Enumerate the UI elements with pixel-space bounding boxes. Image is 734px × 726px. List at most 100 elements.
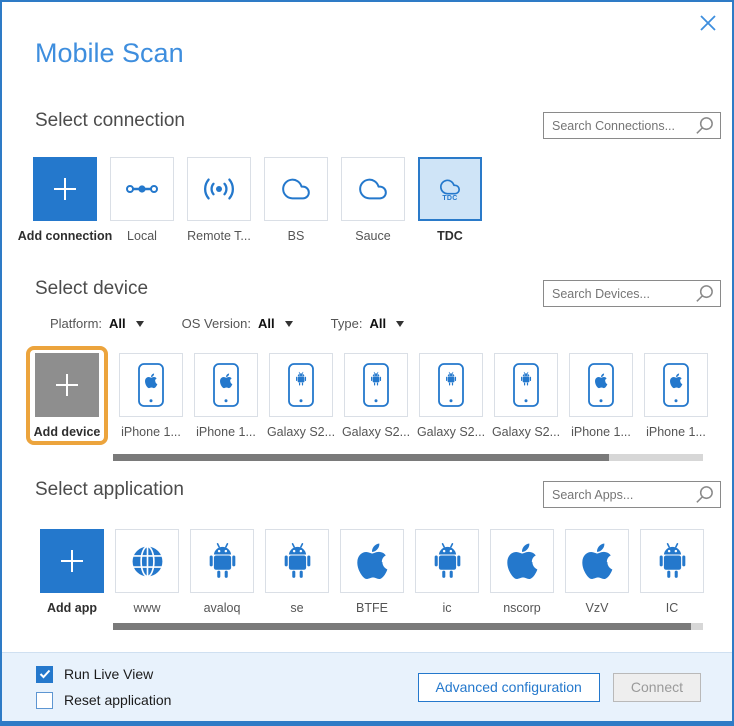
app-tile-cell: IC bbox=[640, 529, 704, 615]
connection-tile[interactable] bbox=[187, 157, 251, 221]
platform-filter[interactable]: Platform: All bbox=[50, 316, 144, 331]
checkbox-icon[interactable] bbox=[36, 692, 53, 709]
add-device-tile[interactable] bbox=[35, 353, 99, 417]
device-tile-cell: iPhone 1... bbox=[194, 353, 258, 439]
device-scrollbar[interactable] bbox=[113, 454, 703, 461]
device-tile-cell: Galaxy S2... bbox=[419, 353, 483, 439]
add-device-tile-cell: Add device bbox=[35, 353, 99, 439]
type-filter-label: Type: bbox=[331, 316, 363, 331]
app-tile-label: BTFE bbox=[356, 601, 388, 615]
app-tile[interactable] bbox=[340, 529, 404, 593]
app-tiles: Add appwwwavaloqseBTFEicnscorpVzVIC bbox=[40, 529, 704, 615]
device-tile[interactable] bbox=[119, 353, 183, 417]
devices-search-input[interactable] bbox=[544, 287, 694, 301]
connect-button[interactable]: Connect bbox=[613, 673, 701, 702]
devices-search[interactable] bbox=[543, 280, 721, 307]
device-tile[interactable] bbox=[269, 353, 333, 417]
apps-search-input[interactable] bbox=[544, 488, 694, 502]
connection-section-heading: Select connection bbox=[35, 110, 185, 132]
highlight-annotation: Add device bbox=[26, 346, 108, 445]
app-tile[interactable] bbox=[190, 529, 254, 593]
mobile-scan-dialog: Mobile Scan Select connection Add connec… bbox=[0, 0, 734, 726]
search-icon bbox=[694, 484, 720, 505]
app-tile[interactable] bbox=[415, 529, 479, 593]
app-scrollbar[interactable] bbox=[113, 623, 703, 630]
add-connection-tile[interactable] bbox=[33, 157, 97, 221]
chevron-down-icon bbox=[136, 321, 144, 327]
connection-tile-cell: Sauce bbox=[341, 157, 405, 243]
app-tile-label: avaloq bbox=[204, 601, 241, 615]
run-live-view-checkbox[interactable]: Run Live View bbox=[36, 666, 171, 683]
android-icon bbox=[430, 542, 465, 580]
plus-icon bbox=[50, 368, 84, 402]
type-filter[interactable]: Type: All bbox=[331, 316, 404, 331]
device-tile[interactable] bbox=[569, 353, 633, 417]
checkbox-icon[interactable] bbox=[36, 666, 53, 683]
device-tile-cell: Galaxy S2... bbox=[269, 353, 333, 439]
connections-search-input[interactable] bbox=[544, 119, 694, 133]
search-icon bbox=[694, 115, 720, 136]
add-connection-tile-cell: Add connection bbox=[33, 157, 97, 243]
connections-search[interactable] bbox=[543, 112, 721, 139]
connection-tile-label: Remote T... bbox=[187, 229, 251, 243]
device-tile[interactable] bbox=[494, 353, 558, 417]
connection-tile-label: TDC bbox=[437, 229, 463, 243]
app-tile-label: VzV bbox=[586, 601, 609, 615]
connection-tile-label: Local bbox=[127, 229, 157, 243]
advanced-configuration-button[interactable]: Advanced configuration bbox=[418, 673, 600, 702]
device-tile[interactable] bbox=[194, 353, 258, 417]
app-tile-cell: ic bbox=[415, 529, 479, 615]
connection-tile[interactable] bbox=[341, 157, 405, 221]
app-tile-label: www bbox=[133, 601, 160, 615]
connection-tile-cell: TDC TDC bbox=[418, 157, 482, 243]
os-version-filter-value: All bbox=[258, 316, 275, 331]
plus-icon bbox=[55, 544, 89, 578]
os-version-filter[interactable]: OS Version: All bbox=[182, 316, 293, 331]
phone-apple-icon bbox=[661, 362, 691, 408]
device-tile[interactable] bbox=[344, 353, 408, 417]
app-tile[interactable] bbox=[565, 529, 629, 593]
phone-android-icon bbox=[286, 362, 316, 408]
device-tile-label: Add device bbox=[34, 425, 101, 439]
search-icon bbox=[694, 283, 720, 304]
connection-tile-label: BS bbox=[288, 229, 305, 243]
connection-tile[interactable] bbox=[110, 157, 174, 221]
run-live-view-label: Run Live View bbox=[64, 666, 153, 682]
app-tile[interactable] bbox=[490, 529, 554, 593]
reset-application-label: Reset application bbox=[64, 692, 171, 708]
connection-tile-cell: Remote T... bbox=[187, 157, 251, 243]
connection-tile-cell: Local bbox=[110, 157, 174, 243]
app-tile[interactable] bbox=[265, 529, 329, 593]
app-tile-label: IC bbox=[666, 601, 679, 615]
app-tile-cell: se bbox=[265, 529, 329, 615]
apple-icon bbox=[580, 541, 614, 582]
app-tile-cell: VzV bbox=[565, 529, 629, 615]
tile-icon-text: TDC bbox=[442, 195, 457, 202]
device-scrollbar-thumb[interactable] bbox=[113, 454, 609, 461]
device-tile-cell: iPhone 1... bbox=[644, 353, 708, 439]
device-tile[interactable] bbox=[644, 353, 708, 417]
reset-application-checkbox[interactable]: Reset application bbox=[36, 692, 171, 709]
footer-bar: Run Live View Reset application Advanced… bbox=[2, 652, 732, 724]
app-tile-cell: www bbox=[115, 529, 179, 615]
device-tile-label: iPhone 1... bbox=[196, 425, 256, 439]
plus-icon bbox=[48, 172, 82, 206]
phone-android-icon bbox=[436, 362, 466, 408]
device-tile-label: Galaxy S2... bbox=[267, 425, 335, 439]
close-icon[interactable] bbox=[697, 13, 719, 35]
connection-tiles: Add connectionLocalRemote T...BSSauceTDC… bbox=[33, 157, 482, 243]
android-icon bbox=[655, 542, 690, 580]
app-scrollbar-thumb[interactable] bbox=[113, 623, 691, 630]
app-tile-label: Add app bbox=[47, 601, 97, 615]
device-tile-label: Galaxy S2... bbox=[492, 425, 560, 439]
footer-buttons: Advanced configuration Connect bbox=[418, 673, 701, 702]
cloud-icon bbox=[356, 175, 390, 203]
app-tile[interactable] bbox=[115, 529, 179, 593]
connection-tile[interactable]: TDC bbox=[418, 157, 482, 221]
app-tile[interactable] bbox=[640, 529, 704, 593]
add-app-tile[interactable] bbox=[40, 529, 104, 593]
apps-search[interactable] bbox=[543, 481, 721, 508]
device-tile[interactable] bbox=[419, 353, 483, 417]
connection-tile[interactable] bbox=[264, 157, 328, 221]
device-tile-label: Galaxy S2... bbox=[342, 425, 410, 439]
